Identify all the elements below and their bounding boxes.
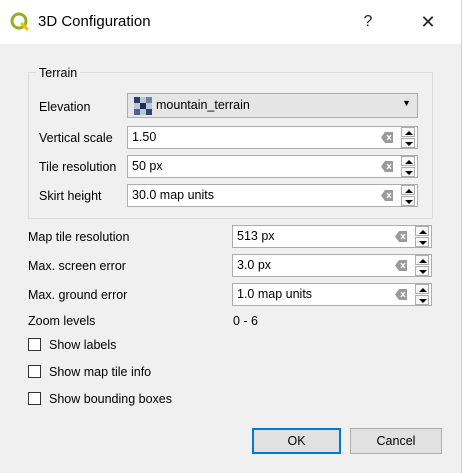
skirt-height-spinbox[interactable]: 30.0 map units (127, 184, 418, 207)
clear-icon[interactable] (381, 190, 393, 201)
spin-up-icon[interactable] (401, 156, 415, 166)
spin-stepper[interactable] (415, 255, 431, 276)
spin-down-icon[interactable] (401, 138, 415, 148)
help-button[interactable]: ? (350, 8, 386, 36)
clear-icon[interactable] (381, 161, 393, 172)
title-bar: 3D Configuration ? ✕ (0, 0, 462, 44)
tile-resolution-spinbox[interactable]: 50 px (127, 155, 418, 178)
spin-stepper[interactable] (401, 127, 417, 148)
clear-icon[interactable] (395, 289, 407, 300)
spin-down-icon[interactable] (415, 266, 429, 276)
window-title: 3D Configuration (38, 13, 151, 30)
raster-layer-icon (134, 97, 152, 115)
dialog-content: Terrain Elevation mountain_terrain ▼ Ver… (0, 44, 462, 473)
close-button[interactable]: ✕ (410, 8, 446, 36)
vertical-scale-spinbox[interactable]: 1.50 (127, 126, 418, 149)
spin-down-icon[interactable] (401, 196, 415, 206)
max-screen-error-value: 3.0 px (237, 258, 272, 272)
spin-up-icon[interactable] (415, 255, 429, 265)
show-map-tile-info-checkbox[interactable] (28, 365, 41, 378)
spin-stepper[interactable] (415, 284, 431, 305)
spin-up-icon[interactable] (415, 284, 429, 294)
spin-stepper[interactable] (401, 185, 417, 206)
cancel-button[interactable]: Cancel (350, 428, 442, 454)
dropdown-arrow-icon: ▼ (402, 98, 411, 108)
zoom-levels-label: Zoom levels (28, 314, 96, 328)
max-screen-error-label: Max. screen error (28, 259, 126, 273)
tile-resolution-value: 50 px (132, 159, 163, 173)
clear-icon[interactable] (381, 132, 393, 143)
map-tile-resolution-value: 513 px (237, 229, 275, 243)
max-screen-error-spinbox[interactable]: 3.0 px (232, 254, 432, 277)
vertical-scale-label: Vertical scale (39, 131, 113, 145)
clear-icon[interactable] (395, 231, 407, 242)
show-labels-checkbox[interactable] (28, 338, 41, 351)
elevation-label: Elevation (39, 100, 91, 114)
spin-up-icon[interactable] (401, 127, 415, 137)
qgis-logo-icon (10, 12, 30, 32)
spin-down-icon[interactable] (401, 167, 415, 177)
spin-up-icon[interactable] (415, 226, 429, 236)
max-ground-error-spinbox[interactable]: 1.0 map units (232, 283, 432, 306)
ok-button[interactable]: OK (252, 428, 341, 454)
clear-icon[interactable] (395, 260, 407, 271)
skirt-height-value: 30.0 map units (132, 188, 214, 202)
max-ground-error-value: 1.0 map units (237, 287, 313, 301)
spin-down-icon[interactable] (415, 295, 429, 305)
spin-up-icon[interactable] (401, 185, 415, 195)
elevation-combo[interactable]: mountain_terrain ▼ (127, 93, 418, 118)
map-tile-resolution-spinbox[interactable]: 513 px (232, 225, 432, 248)
show-bounding-boxes-checkbox[interactable] (28, 392, 41, 405)
terrain-group-title: Terrain (36, 66, 81, 80)
tile-resolution-label: Tile resolution (39, 160, 117, 174)
spin-stepper[interactable] (415, 226, 431, 247)
zoom-levels-value: 0 - 6 (233, 314, 259, 328)
show-bounding-boxes-label[interactable]: Show bounding boxes (49, 392, 172, 406)
elevation-value: mountain_terrain (156, 98, 250, 112)
spin-stepper[interactable] (401, 156, 417, 177)
show-labels-label[interactable]: Show labels (49, 338, 116, 352)
vertical-scale-value: 1.50 (132, 130, 157, 144)
show-map-tile-info-label[interactable]: Show map tile info (49, 365, 151, 379)
skirt-height-label: Skirt height (39, 189, 102, 203)
spin-down-icon[interactable] (415, 237, 429, 247)
map-tile-resolution-label: Map tile resolution (28, 230, 130, 244)
max-ground-error-label: Max. ground error (28, 288, 128, 302)
